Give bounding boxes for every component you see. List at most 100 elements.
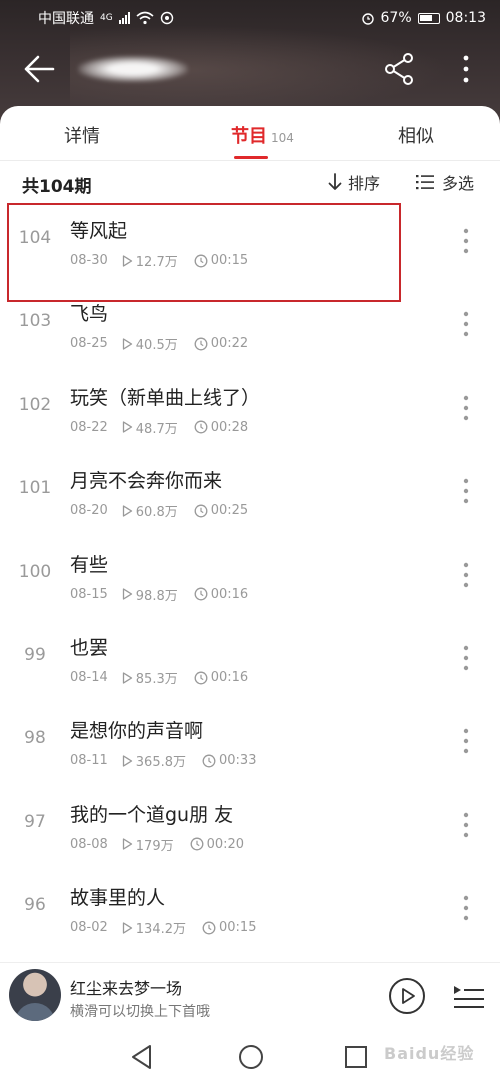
episode-row[interactable]: 99 也罢 08-14 85.3万 00:16 (0, 619, 500, 702)
play-count: 48.7万 (135, 421, 178, 437)
share-icon[interactable] (384, 52, 416, 86)
play-count-icon (122, 338, 132, 350)
clock-icon (190, 837, 204, 851)
episode-date: 08-20 (70, 503, 108, 519)
clock-icon (194, 587, 208, 601)
clock-icon (194, 420, 208, 434)
more-vertical-icon[interactable] (456, 52, 476, 86)
more-vertical-icon[interactable] (458, 309, 474, 339)
arrow-left-icon[interactable] (22, 54, 56, 84)
episode-duration: 00:16 (194, 670, 248, 685)
episode-number: 101 (18, 478, 52, 499)
play-count: 40.5万 (135, 338, 178, 354)
episode-title: 我的一个道gu朋 友 (70, 803, 234, 826)
sort-label: 排序 (348, 174, 381, 193)
more-vertical-icon[interactable] (458, 560, 474, 590)
episode-title: 飞鸟 (70, 303, 109, 326)
tab-details[interactable]: 详情 (64, 122, 100, 148)
duration-value: 00:22 (210, 336, 249, 352)
episode-duration: 00:33 (202, 753, 256, 768)
duration-value: 00:15 (219, 920, 257, 936)
play-count-icon (122, 421, 132, 433)
episode-meta: 08-22 48.7万 00:28 (70, 418, 248, 437)
clock-icon (194, 504, 208, 518)
episode-date: 08-08 (70, 836, 108, 852)
more-vertical-icon[interactable] (458, 893, 474, 923)
episode-row[interactable]: 102 玩笑（新单曲上线了） 08-22 48.7万 00:28 (0, 369, 500, 452)
more-vertical-icon[interactable] (458, 726, 474, 756)
episode-number: 100 (18, 561, 52, 582)
clock-icon (194, 671, 208, 684)
play-count: 60.8万 (135, 505, 178, 521)
episode-duration: 00:25 (194, 503, 248, 518)
play-count: 365.8万 (135, 755, 186, 771)
signal-icon (118, 12, 130, 24)
episode-plays: 365.8万 (122, 751, 186, 770)
episode-meta: 08-15 98.8万 00:16 (70, 585, 248, 604)
play-count-icon (122, 922, 132, 934)
episode-duration: 00:28 (194, 420, 248, 435)
tab-bar: 详情 节目 104 相似 (0, 106, 500, 162)
play-count: 134.2万 (135, 922, 186, 938)
carrier-label: 中国联通 (38, 11, 94, 27)
more-vertical-icon[interactable] (458, 393, 474, 423)
episode-plays: 60.8万 (122, 501, 178, 520)
episode-number: 97 (24, 811, 46, 832)
tab-episodes-count: 104 (271, 131, 294, 145)
nav-home-icon[interactable] (238, 1044, 264, 1070)
multi-select-label: 多选 (442, 174, 475, 193)
episode-plays: 85.3万 (122, 668, 178, 687)
play-count-icon (122, 505, 132, 517)
mini-player[interactable]: 红尘来去梦一场 横滑可以切换上下首哦 (0, 962, 500, 1030)
highlight-annotation-box (7, 203, 401, 302)
play-count-icon (122, 588, 132, 600)
list-header: 共104期 排序 多选 (0, 162, 500, 202)
play-icon[interactable] (388, 977, 426, 1015)
duration-value: 00:16 (210, 586, 249, 602)
alarm-icon (361, 13, 374, 25)
episode-plays: 179万 (122, 835, 174, 854)
episode-row[interactable]: 97 我的一个道gu朋 友 08-08 179万 00:20 (0, 786, 500, 869)
hotspot-icon (160, 11, 173, 25)
episode-title: 月亮不会奔你而来 (70, 470, 223, 493)
multi-select-button[interactable]: 多选 (416, 170, 474, 194)
active-tab-indicator (234, 156, 268, 159)
episode-duration: 00:15 (202, 920, 256, 935)
episode-number: 102 (18, 394, 52, 415)
now-playing-title: 红尘来去梦一场 (70, 979, 183, 998)
episode-row[interactable]: 96 故事里的人 08-02 134.2万 00:15 (0, 869, 500, 952)
more-vertical-icon[interactable] (458, 226, 474, 256)
clock-icon (202, 921, 216, 935)
tab-episodes-label: 节目 (231, 126, 267, 147)
more-vertical-icon[interactable] (458, 643, 474, 673)
sort-button[interactable]: 排序 (328, 170, 380, 194)
now-playing-hint: 横滑可以切换上下首哦 (70, 1004, 210, 1020)
playlist-icon[interactable] (452, 981, 486, 1011)
status-bar: 中国联通 4G 67% 08:13 (0, 0, 500, 36)
episode-total: 共104期 (22, 177, 92, 197)
episode-row[interactable]: 100 有些 08-15 98.8万 00:16 (0, 536, 500, 619)
more-vertical-icon[interactable] (458, 810, 474, 840)
duration-value: 00:16 (210, 670, 249, 685)
clock-icon (202, 754, 216, 768)
episode-date: 08-25 (70, 336, 108, 352)
duration-value: 00:20 (206, 836, 245, 852)
episode-title: 也罢 (70, 637, 109, 659)
episode-plays: 48.7万 (122, 418, 178, 437)
more-vertical-icon[interactable] (458, 476, 474, 506)
episode-title: 玩笑（新单曲上线了） (70, 386, 261, 409)
episode-meta: 08-25 40.5万 00:22 (70, 334, 248, 353)
episode-row[interactable]: 98 是想你的声音啊 08-11 365.8万 00:33 (0, 702, 500, 785)
nav-back-icon[interactable] (130, 1044, 154, 1070)
network-type: 4G (100, 13, 113, 23)
nav-recent-icon[interactable] (344, 1045, 368, 1069)
album-title-obscured (78, 56, 188, 82)
tab-similar[interactable]: 相似 (398, 122, 434, 148)
episode-number: 98 (24, 728, 46, 749)
tab-episodes[interactable]: 节目 104 (231, 122, 294, 148)
episode-row[interactable]: 101 月亮不会奔你而来 08-20 60.8万 00:25 (0, 452, 500, 535)
clock-icon (194, 337, 208, 351)
wifi-icon (136, 11, 154, 25)
duration-value: 00:33 (219, 753, 257, 769)
episode-title: 故事里的人 (70, 887, 166, 910)
